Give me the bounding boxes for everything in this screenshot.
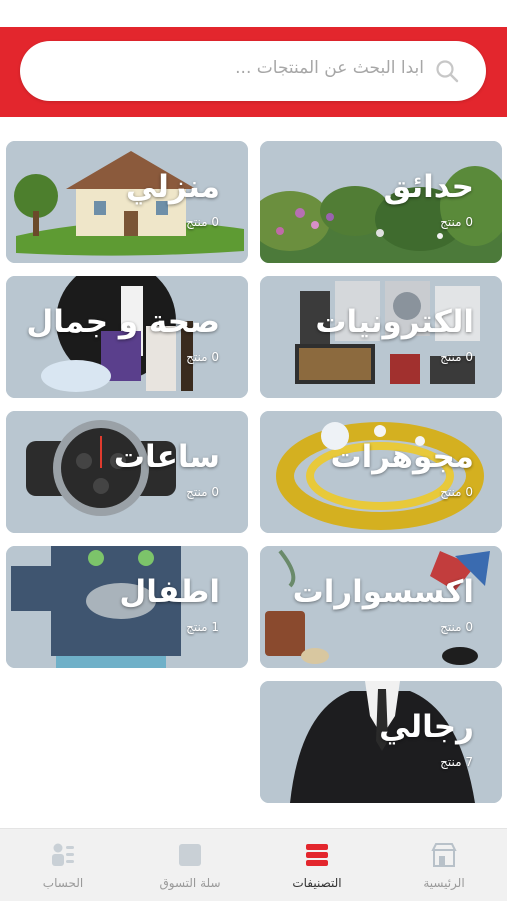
category-count: 7 منتج [440, 755, 473, 769]
nav-account-label: الحساب [42, 876, 84, 890]
account-icon [52, 843, 74, 866]
category-title: ساعات [113, 439, 220, 475]
nav-categories-label: التصنيفات [292, 876, 342, 890]
category-title: اكسسوارات [292, 574, 474, 610]
category-card-health-beauty[interactable]: صحة و جمال 0 منتج [6, 276, 248, 398]
category-card-watches[interactable]: ساعات 0 منتج [6, 411, 248, 533]
category-title: صحة و جمال [26, 304, 220, 340]
category-card-kids[interactable]: اطفال 1 منتج [6, 546, 248, 668]
categories-icon [306, 844, 328, 866]
category-card-gardens[interactable]: حدائق 0 منتج [260, 141, 502, 263]
category-count: 1 منتج [186, 620, 219, 634]
category-count: 0 منتج [186, 215, 219, 229]
category-count: 0 منتج [186, 485, 219, 499]
nav-cart-label: سلة التسوق [159, 876, 221, 890]
category-count: 0 منتج [440, 485, 473, 499]
nav-categories[interactable]: التصنيفات [254, 829, 380, 901]
bottom-navigation: الرئيسية التصنيفات سلة التسوق الحساب [0, 828, 507, 901]
category-title: حدائق [383, 169, 474, 205]
category-title: رجالي [379, 709, 474, 745]
category-count: 0 منتج [440, 620, 473, 634]
nav-account[interactable]: الحساب [0, 829, 126, 901]
category-title: الكترونيات [315, 304, 474, 340]
category-card-electronics[interactable]: الكترونيات 0 منتج [260, 276, 502, 398]
nav-cart[interactable]: سلة التسوق [127, 829, 253, 901]
category-card-jewelry[interactable]: مجوهرات 0 منتج [260, 411, 502, 533]
category-card-accessories[interactable]: اكسسوارات 0 منتج [260, 546, 502, 668]
category-title: اطفال [119, 574, 220, 610]
nav-home[interactable]: الرئيسية [381, 829, 507, 901]
search-input[interactable]: ابدا البحث عن المنتجات ... [20, 41, 486, 101]
category-card-home[interactable]: منزلي 0 منتج [6, 141, 248, 263]
category-count: 0 منتج [186, 350, 219, 364]
category-count: 0 منتج [440, 350, 473, 364]
cart-icon [179, 844, 201, 866]
category-title: منزلي [125, 169, 220, 205]
search-icon [436, 60, 459, 83]
store-icon [431, 843, 457, 867]
nav-home-label: الرئيسية [423, 876, 465, 890]
category-title: مجوهرات [330, 439, 474, 475]
category-count: 0 منتج [440, 215, 473, 229]
category-card-men[interactable]: رجالي 7 منتج [260, 681, 502, 803]
search-placeholder: ابدا البحث عن المنتجات ... [235, 58, 424, 78]
